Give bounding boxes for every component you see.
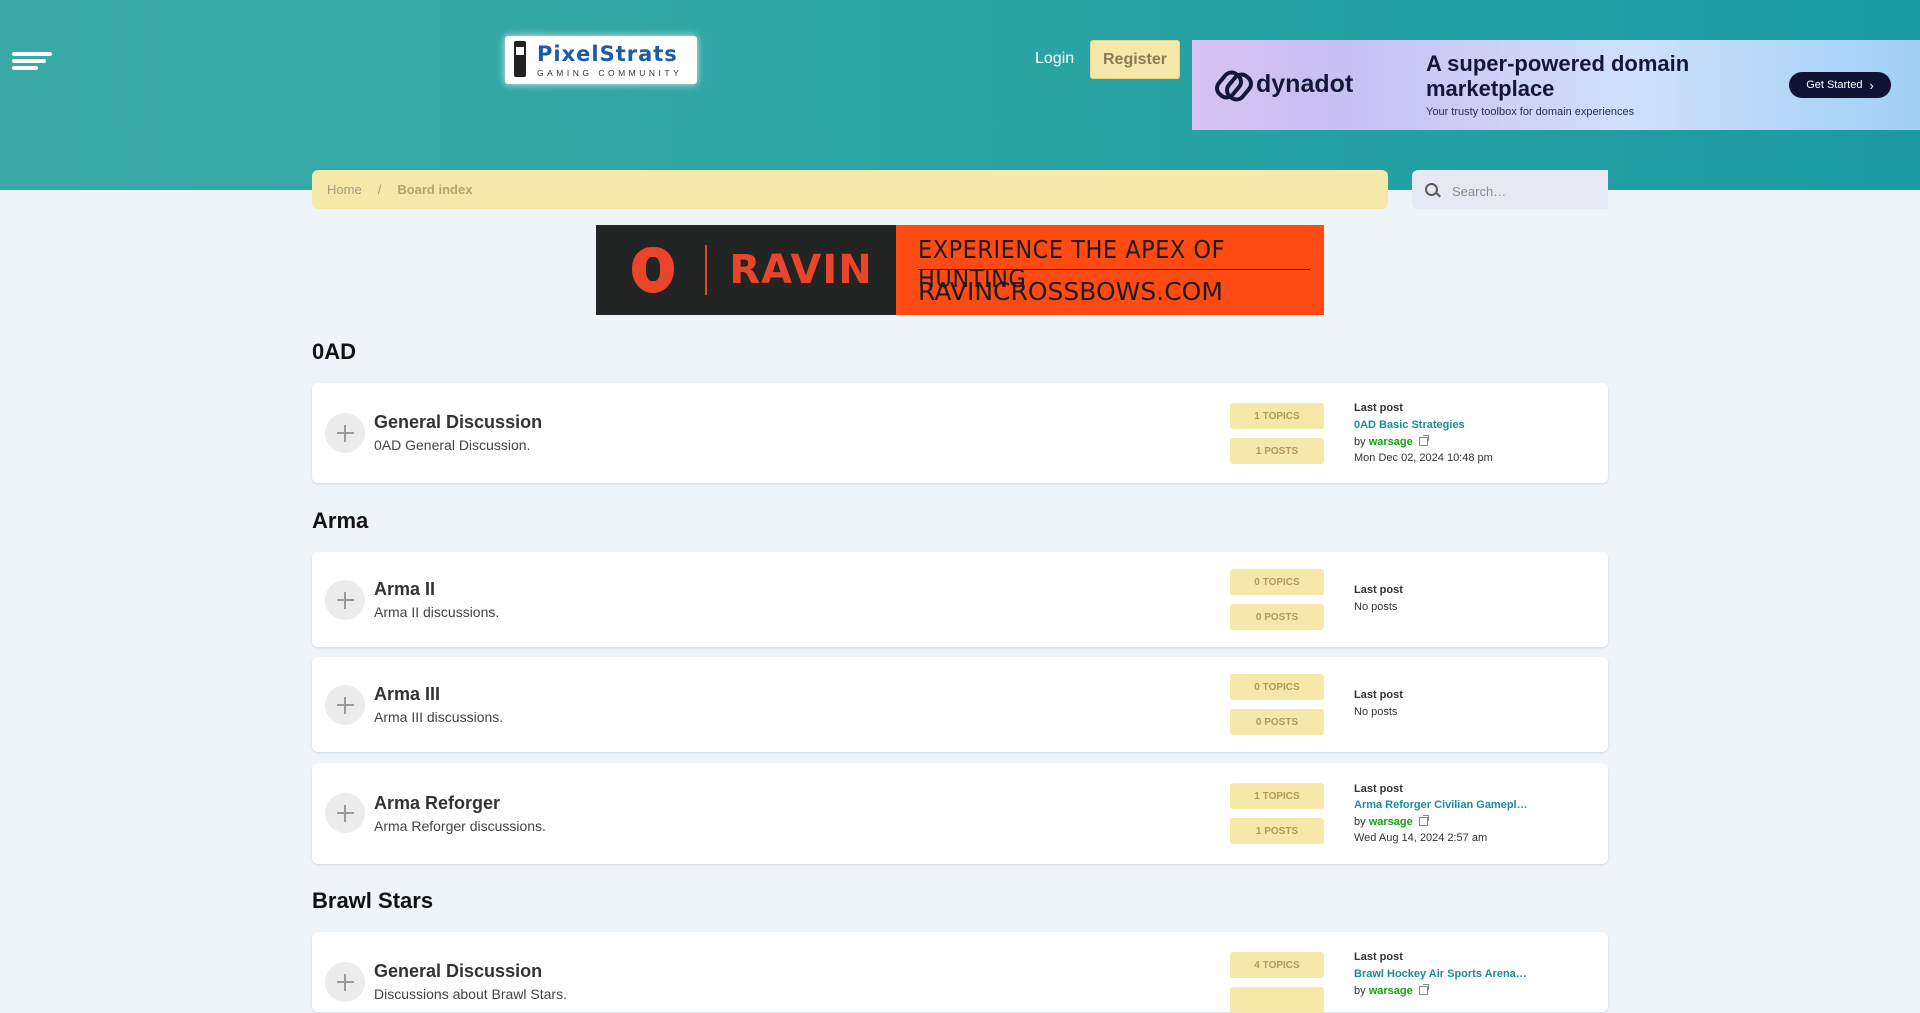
arcade-cabinet-icon xyxy=(509,39,531,81)
plus-icon xyxy=(325,685,365,725)
username-link[interactable]: warsage xyxy=(1369,436,1413,448)
topics-count: 1 TOPICS xyxy=(1230,403,1324,429)
breadcrumb-home[interactable]: Home xyxy=(327,182,362,197)
topics-count: 1 TOPICS xyxy=(1230,783,1324,809)
breadcrumb-separator: / xyxy=(377,182,382,197)
category-title[interactable]: Brawl Stars xyxy=(312,888,433,914)
ravin-tagline-panel: EXPERIENCE THE APEX OF HUNTING RAVINCROS… xyxy=(896,225,1324,315)
posts-count: 1 POSTS xyxy=(1230,438,1324,464)
last-post-topic-link[interactable]: Brawl Hockey Air Sports Arena… xyxy=(1354,968,1527,980)
username-link[interactable]: warsage xyxy=(1369,816,1413,828)
category-title[interactable]: Arma xyxy=(312,508,368,534)
view-latest-post-icon[interactable] xyxy=(1418,435,1429,446)
menu-icon[interactable] xyxy=(12,52,52,70)
forum-description: 0AD General Discussion. xyxy=(374,437,531,453)
ravin-brand: RAVIN xyxy=(729,247,873,293)
forum-title[interactable]: General Discussion xyxy=(374,412,542,433)
topics-count: 0 TOPICS xyxy=(1230,674,1324,700)
posts-count: 0 POSTS xyxy=(1230,709,1324,735)
dynadot-chain-icon xyxy=(1210,66,1258,106)
forum-row[interactable]: Arma III Arma III discussions. 0 TOPICS … xyxy=(312,657,1608,752)
last-post-author: by warsage xyxy=(1354,984,1429,997)
plus-icon xyxy=(325,962,365,1002)
dynadot-ad-banner[interactable]: dynadot A super-powered domain marketpla… xyxy=(1192,40,1920,130)
login-link[interactable]: Login xyxy=(1035,50,1074,68)
posts-count: 1 POSTS xyxy=(1230,818,1324,844)
dynadot-headline: A super-powered domain marketplace xyxy=(1426,51,1690,101)
forum-row[interactable]: Arma II Arma II discussions. 0 TOPICS 0 … xyxy=(312,552,1608,647)
last-post-author: by warsage xyxy=(1354,435,1429,448)
site-header: PixelStrats GAMING COMMUNITY Login Regis… xyxy=(0,0,1920,190)
forum-description: Discussions about Brawl Stars. xyxy=(374,986,567,1002)
view-latest-post-icon[interactable] xyxy=(1418,984,1429,995)
last-post-label: Last post xyxy=(1354,689,1403,701)
forum-row[interactable]: Arma Reforger Arma Reforger discussions.… xyxy=(312,763,1608,864)
topics-count: 4 TOPICS xyxy=(1230,952,1324,978)
chevron-right-icon: › xyxy=(1869,77,1874,93)
register-button[interactable]: Register xyxy=(1090,40,1180,79)
ravin-url: RAVINCROSSBOWS.COM xyxy=(918,277,1223,306)
posts-count: 0 POSTS xyxy=(1230,604,1324,630)
last-post-author: by warsage xyxy=(1354,815,1429,828)
last-post-by-label: by xyxy=(1354,985,1366,997)
view-latest-post-icon[interactable] xyxy=(1418,815,1429,826)
forum-title[interactable]: Arma II xyxy=(374,579,435,600)
forum-description: Arma II discussions. xyxy=(374,604,500,620)
forum-title[interactable]: Arma Reforger xyxy=(374,793,500,814)
dynadot-cta-button[interactable]: Get Started › xyxy=(1789,72,1891,98)
ravin-rule xyxy=(918,269,1310,270)
category-title[interactable]: 0AD xyxy=(312,339,356,365)
dynadot-brand: dynadot xyxy=(1256,69,1354,98)
last-post-topic-link[interactable]: 0AD Basic Strategies xyxy=(1354,419,1465,431)
forum-description: Arma III discussions. xyxy=(374,709,504,725)
breadcrumb-board-index[interactable]: Board index xyxy=(397,182,472,197)
search-input[interactable] xyxy=(1450,179,1604,203)
dynadot-subline: Your trusty toolbox for domain experienc… xyxy=(1426,106,1635,118)
forum-title[interactable]: Arma III xyxy=(374,684,440,705)
plus-icon xyxy=(325,793,365,833)
last-post-label: Last post xyxy=(1354,783,1403,795)
no-posts-text: No posts xyxy=(1354,706,1398,718)
forum-description: Arma Reforger discussions. xyxy=(374,818,546,834)
topics-count: 0 TOPICS xyxy=(1230,569,1324,595)
search-icon[interactable] xyxy=(1425,183,1438,196)
logo-title: PixelStrats xyxy=(537,41,678,66)
username-link[interactable]: warsage xyxy=(1369,985,1413,997)
search-box xyxy=(1412,170,1608,209)
dynadot-logo: dynadot xyxy=(1210,66,1354,106)
ravin-bat-icon xyxy=(632,247,674,293)
posts-count xyxy=(1230,987,1324,1013)
no-posts-text: No posts xyxy=(1354,601,1398,613)
last-post-by-label: by xyxy=(1354,816,1366,828)
last-post-by-label: by xyxy=(1354,436,1366,448)
last-post-date: Mon Dec 02, 2024 10:48 pm xyxy=(1354,452,1493,464)
last-post-label: Last post xyxy=(1354,951,1403,963)
forum-row[interactable]: General Discussion 0AD General Discussio… xyxy=(312,383,1608,483)
forum-row[interactable]: General Discussion Discussions about Bra… xyxy=(312,932,1608,1013)
plus-icon xyxy=(325,580,365,620)
breadcrumb: Home / Board index xyxy=(312,170,1388,209)
last-post-date: Wed Aug 14, 2024 2:57 am xyxy=(1354,832,1488,844)
site-logo[interactable]: PixelStrats GAMING COMMUNITY xyxy=(505,36,697,84)
logo-subtitle: GAMING COMMUNITY xyxy=(537,67,683,78)
ravin-ad-banner[interactable]: RAVIN EXPERIENCE THE APEX OF HUNTING RAV… xyxy=(596,225,1324,315)
plus-icon xyxy=(325,413,365,453)
forum-title[interactable]: General Discussion xyxy=(374,961,542,982)
dynadot-cta-label: Get Started xyxy=(1806,79,1863,91)
last-post-topic-link[interactable]: Arma Reforger Civilian Gamepl… xyxy=(1354,799,1528,811)
last-post-label: Last post xyxy=(1354,584,1403,596)
last-post-label: Last post xyxy=(1354,402,1403,414)
